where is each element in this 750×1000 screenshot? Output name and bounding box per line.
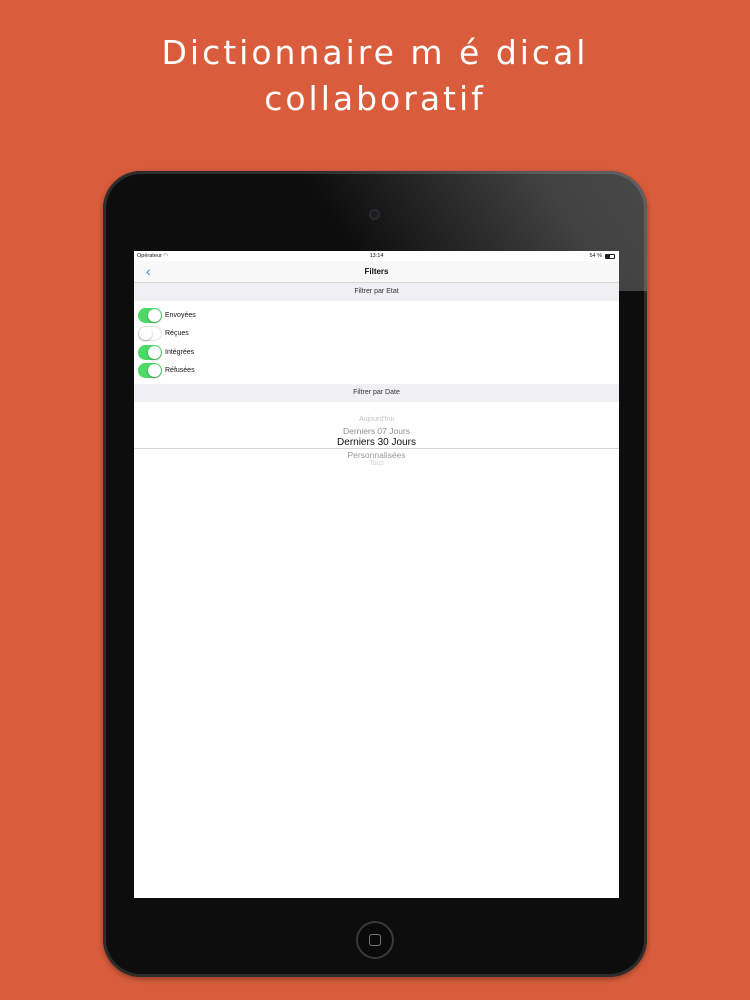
state-filter-list: Envoyées Réçues Intégrées Réfusées: [134, 301, 619, 384]
status-bar: Opérateur ◠ 13:14 54 %: [134, 251, 619, 261]
picker-option-selected[interactable]: Derniers 30 Jours: [134, 437, 619, 448]
filter-label: Réfusées: [165, 367, 195, 375]
toggle-switch-envoyees[interactable]: [138, 307, 162, 323]
headline-line-1: Dictionnaire m é dical: [161, 33, 589, 72]
page-title: Filters: [364, 267, 389, 276]
section-header-date: Filtrer par Date: [134, 384, 619, 402]
navigation-bar: ‹ Filters: [134, 261, 619, 283]
filter-label: Intégrées: [165, 348, 195, 356]
picker-option[interactable]: Derniers 07 Jours: [134, 426, 619, 436]
date-range-picker[interactable]: Aujourd'hui Derniers 07 Jours Derniers 3…: [134, 402, 619, 468]
filter-row-recues: Réçues: [134, 325, 619, 344]
ipad-device-frame: Opérateur ◠ 13:14 54 % ‹ Filters Filtrer…: [103, 171, 647, 977]
home-button[interactable]: [356, 921, 394, 959]
filter-label: Envoyées: [165, 311, 196, 319]
picker-option[interactable]: Tous: [134, 460, 619, 467]
filter-row-integrees: Intégrées: [134, 343, 619, 362]
toggle-switch-refusees[interactable]: [138, 363, 162, 379]
filter-label: Réçues: [165, 330, 189, 338]
picker-selection-divider: [134, 448, 619, 449]
picker-option[interactable]: Aujourd'hui: [134, 416, 619, 423]
picker-option[interactable]: Personnalisées: [134, 450, 619, 460]
headline-line-2: collaboratif: [264, 79, 486, 118]
filter-row-refusees: Réfusées: [134, 362, 619, 381]
filter-row-envoyees: Envoyées: [134, 306, 619, 325]
toggle-switch-integrees[interactable]: [138, 344, 162, 360]
promo-headline: Dictionnaire m é dical collaboratif: [0, 30, 750, 122]
app-screen: Opérateur ◠ 13:14 54 % ‹ Filters Filtrer…: [134, 251, 619, 898]
battery-icon: [605, 253, 615, 259]
status-time: 13:14: [369, 253, 384, 259]
camera-icon: [369, 209, 380, 220]
home-square-icon: [369, 934, 381, 946]
battery-label: 54 %: [589, 253, 602, 259]
toggle-switch-recues[interactable]: [138, 326, 162, 342]
section-header-state: Filtrer par Etat: [134, 283, 619, 301]
